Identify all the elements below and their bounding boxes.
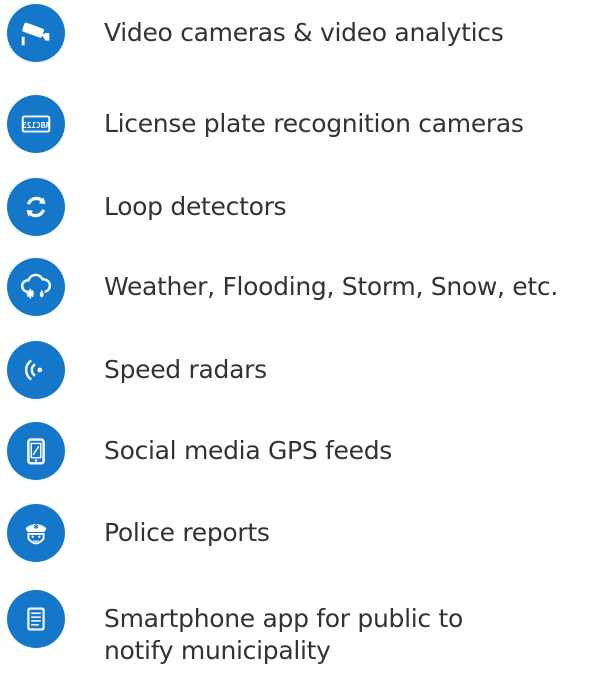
list-item-weather: Weather, Flooding, Storm, Snow, etc. [0,258,605,316]
police-officer-icon: ✱ [7,504,65,562]
list-item-speed-radars: Speed radars [0,341,605,399]
list-item-smartphone-app: Smartphone app for public to notify muni… [0,590,605,674]
item-label-line2: notify municipality [104,636,331,665]
license-plate-icon: ABC123 [7,95,65,153]
security-camera-icon [7,4,65,62]
document-icon [7,590,65,648]
item-label: License plate recognition cameras [104,109,524,138]
loop-arrows-icon [7,178,65,236]
plate-text: ABC123 [22,121,50,130]
item-label-line1: Smartphone app for public to [104,604,463,633]
item-label: Weather, Flooding, Storm, Snow, etc. [104,272,558,301]
item-label: Loop detectors [104,192,287,221]
item-label: Social media GPS feeds [104,436,393,465]
weather-storm-icon [7,258,65,316]
smartphone-icon [7,422,65,480]
list-item-video-cameras: Video cameras & video analytics [0,4,605,62]
list-item-loop-detectors: Loop detectors [0,178,605,236]
item-label: Speed radars [104,355,267,384]
svg-text:✱: ✱ [33,523,39,531]
item-label: Video cameras & video analytics [104,18,504,47]
list-item-social-media: Social media GPS feeds [0,422,605,480]
radar-signal-icon [7,341,65,399]
item-label: Police reports [104,518,270,547]
list-item-police-reports: ✱ Police reports [0,504,605,562]
list-item-license-plate: ABC123 License plate recognition cameras [0,95,605,153]
